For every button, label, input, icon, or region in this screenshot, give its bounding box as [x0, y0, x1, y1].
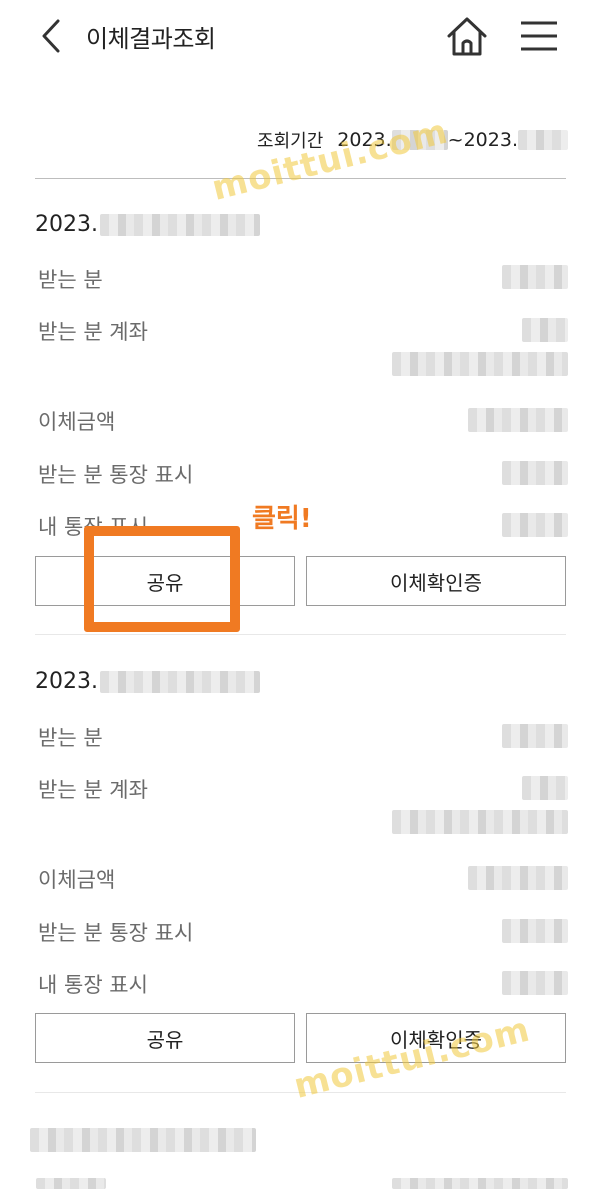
next-record-value-masked — [392, 1178, 568, 1189]
value-recipient-masked — [502, 265, 568, 289]
record-date-masked — [99, 213, 260, 236]
home-icon — [447, 17, 487, 56]
divider — [35, 634, 566, 635]
label-recipient-account: 받는 분 계좌 — [38, 320, 148, 344]
record-date: 2023. — [35, 669, 260, 694]
period-end-masked — [518, 130, 568, 150]
label-recipient: 받는 분 — [38, 268, 103, 292]
share-button[interactable]: 공유 — [35, 1013, 295, 1063]
label-amount: 이체금액 — [38, 410, 116, 434]
top-app-bar: 이체결과조회 — [0, 0, 600, 72]
label-recipient-memo: 받는 분 통장 표시 — [38, 921, 194, 945]
period-end-prefix: 2023. — [463, 129, 518, 151]
value-bank-masked — [522, 318, 568, 342]
menu-button[interactable] — [518, 18, 560, 54]
next-record-date-masked — [30, 1128, 256, 1152]
value-amount-masked — [468, 408, 568, 432]
value-account-masked — [392, 810, 568, 834]
label-recipient-account: 받는 분 계좌 — [38, 778, 148, 802]
value-recipient-masked — [502, 724, 568, 748]
value-my-memo-masked — [502, 513, 568, 537]
value-recipient-memo-masked — [502, 919, 568, 943]
record-date: 2023. — [35, 212, 260, 237]
label-recipient: 받는 분 — [38, 726, 103, 750]
hamburger-menu-icon — [521, 21, 557, 51]
label-my-memo: 내 통장 표시 — [38, 973, 148, 997]
next-record-label-masked — [36, 1178, 106, 1189]
home-button[interactable] — [444, 14, 490, 58]
label-amount: 이체금액 — [38, 868, 116, 892]
chevron-left-icon — [42, 19, 60, 53]
record-date-prefix: 2023. — [35, 669, 98, 694]
click-highlight-box — [84, 526, 240, 632]
record-date-prefix: 2023. — [35, 212, 98, 237]
record-date-masked — [99, 670, 260, 693]
transfer-confirmation-button[interactable]: 이체확인증 — [306, 556, 566, 606]
page-title: 이체결과조회 — [86, 25, 216, 53]
value-bank-masked — [522, 776, 568, 800]
click-annotation: 클릭! — [252, 504, 312, 534]
value-recipient-memo-masked — [502, 461, 568, 485]
value-amount-masked — [468, 866, 568, 890]
back-button[interactable] — [38, 18, 68, 54]
value-account-masked — [392, 352, 568, 376]
value-my-memo-masked — [502, 971, 568, 995]
label-recipient-memo: 받는 분 통장 표시 — [38, 463, 194, 487]
